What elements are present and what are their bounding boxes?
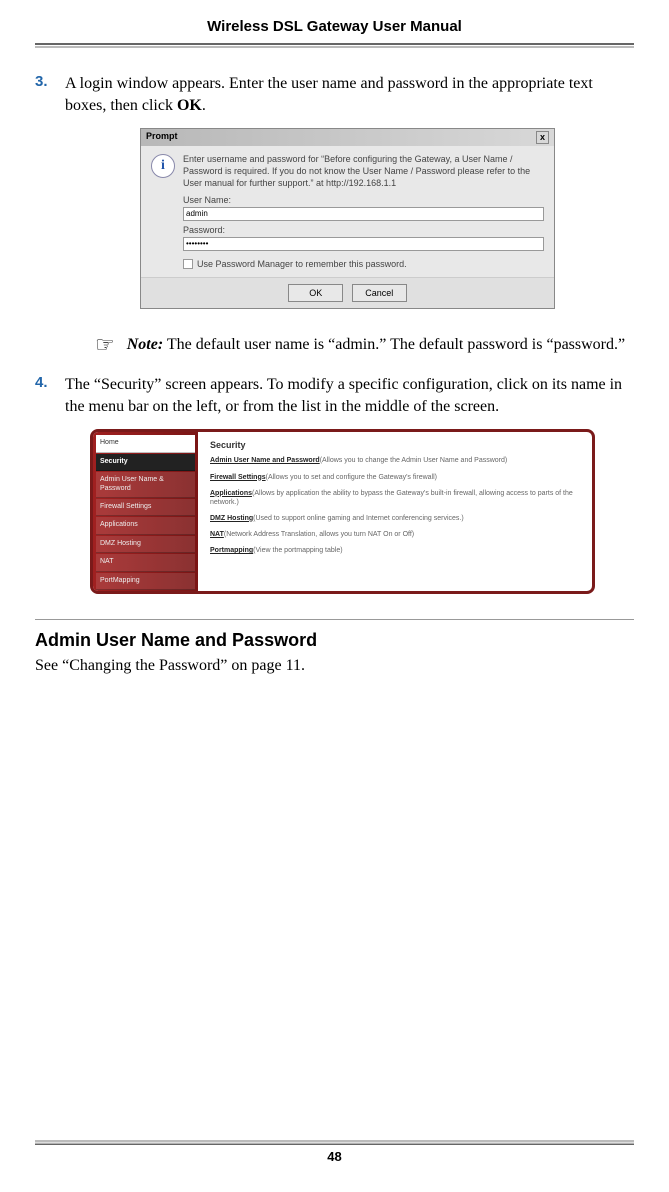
note-label: Note:	[127, 336, 163, 353]
step-number: 4.	[35, 374, 65, 417]
password-label: Password:	[183, 225, 544, 235]
cancel-button[interactable]: Cancel	[352, 284, 407, 302]
security-desc: (View the portmapping table)	[253, 547, 342, 554]
remember-row: Use Password Manager to remember this pa…	[183, 259, 544, 269]
security-row-nat: NAT(Network Address Translation, allows …	[210, 530, 580, 539]
sidebar-item-admin[interactable]: Admin User Name & Password	[96, 472, 195, 498]
username-label: User Name:	[183, 195, 544, 205]
prompt-message: Enter username and password for “Before …	[183, 154, 544, 189]
step-text-part: .	[202, 97, 206, 114]
footer-divider	[35, 1140, 634, 1145]
close-icon[interactable]: x	[536, 131, 549, 144]
sidebar-item-nat[interactable]: NAT	[96, 554, 195, 571]
security-desc: (Allows you to set and configure the Gat…	[266, 474, 437, 481]
username-input[interactable]: admin	[183, 207, 544, 221]
prompt-content: Enter username and password for “Before …	[183, 154, 544, 269]
prompt-buttons: OK Cancel	[141, 277, 554, 308]
security-row-firewall: Firewall Settings(Allows you to set and …	[210, 473, 580, 482]
security-desc: (Used to support online gaming and Inter…	[253, 515, 464, 522]
security-link[interactable]: Applications	[210, 490, 252, 497]
security-row-dmz: DMZ Hosting(Used to support online gamin…	[210, 514, 580, 523]
security-link[interactable]: Portmapping	[210, 547, 253, 554]
step-4: 4. The “Security” screen appears. To mod…	[35, 374, 634, 417]
step-text-part: A login window appears. Enter the user n…	[65, 75, 593, 114]
section-text: See “Changing the Password” on page 11.	[35, 657, 634, 675]
note-body: The default user name is “admin.” The de…	[163, 336, 625, 353]
step-text-bold: OK	[177, 97, 202, 114]
ok-button[interactable]: OK	[288, 284, 343, 302]
prompt-title: Prompt	[146, 131, 178, 144]
step-text: The “Security” screen appears. To modify…	[65, 374, 634, 417]
note-text: Note: The default user name is “admin.” …	[127, 334, 625, 356]
security-link[interactable]: NAT	[210, 531, 224, 538]
security-row-applications: Applications(Allows by application the a…	[210, 489, 580, 507]
remember-label: Use Password Manager to remember this pa…	[197, 259, 407, 269]
security-link[interactable]: Admin User Name and Password	[210, 457, 320, 464]
step-3: 3. A login window appears. Enter the use…	[35, 73, 634, 116]
security-screen-figure: Home Security Admin User Name & Password…	[90, 429, 595, 594]
page-number: 48	[35, 1149, 634, 1164]
security-link[interactable]: DMZ Hosting	[210, 515, 253, 522]
security-link[interactable]: Firewall Settings	[210, 474, 266, 481]
section-divider	[35, 619, 634, 620]
step-text: A login window appears. Enter the user n…	[65, 73, 634, 116]
login-prompt-figure: Prompt x i Enter username and password f…	[140, 128, 555, 309]
sidebar-item-dmz[interactable]: DMZ Hosting	[96, 536, 195, 553]
page-header-title: Wireless DSL Gateway User Manual	[35, 0, 634, 43]
security-sidebar: Home Security Admin User Name & Password…	[93, 432, 198, 591]
security-desc: (Allows you to change the Admin User Nam…	[320, 457, 508, 464]
security-main: Security Admin User Name and Password(Al…	[198, 432, 592, 591]
page-footer: 48	[35, 1140, 634, 1164]
header-divider	[35, 43, 634, 48]
prompt-titlebar: Prompt x	[141, 129, 554, 146]
sidebar-item-firewall[interactable]: Firewall Settings	[96, 499, 195, 516]
security-row-portmapping: Portmapping(View the portmapping table)	[210, 546, 580, 555]
pointing-hand-icon: ☞	[95, 334, 115, 356]
sidebar-item-applications[interactable]: Applications	[96, 517, 195, 534]
prompt-body: i Enter username and password for “Befor…	[141, 146, 554, 277]
security-title: Security	[210, 440, 580, 450]
security-desc: (Network Address Translation, allows you…	[224, 531, 414, 538]
password-input[interactable]: ••••••••	[183, 237, 544, 251]
step-number: 3.	[35, 73, 65, 116]
security-row-admin: Admin User Name and Password(Allows you …	[210, 456, 580, 465]
note-block: ☞ Note: The default user name is “admin.…	[95, 334, 634, 356]
sidebar-item-security[interactable]: Security	[96, 454, 195, 471]
sidebar-item-portmapping[interactable]: PortMapping	[96, 573, 195, 590]
info-icon: i	[151, 154, 175, 178]
security-desc: (Allows by application the ability to by…	[210, 490, 573, 506]
remember-checkbox[interactable]	[183, 259, 193, 269]
sidebar-item-home[interactable]: Home	[96, 435, 195, 452]
section-heading: Admin User Name and Password	[35, 630, 634, 651]
